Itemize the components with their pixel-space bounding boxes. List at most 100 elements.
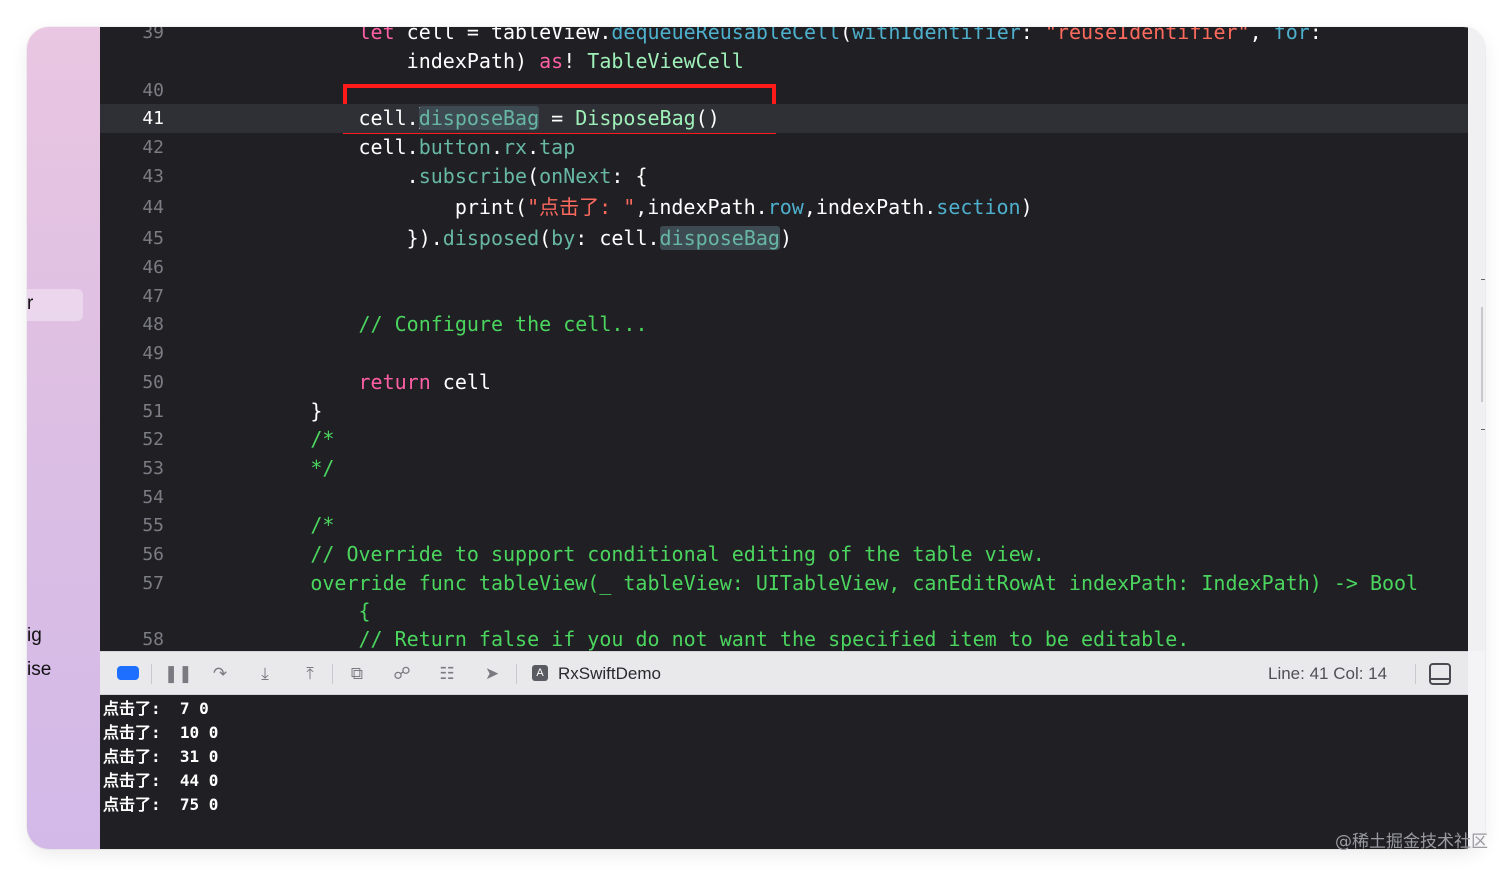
line-number: 56 [142,544,164,565]
code-token: }). [214,226,443,250]
memory-graph-icon[interactable]: ☍ [391,663,413,685]
code-token: onNext [539,164,612,188]
view-hierarchy-icon[interactable]: ⧉ [346,663,368,685]
line-number: 46 [142,257,164,278]
code-line[interactable]: 42 cell.button.rx.tap [100,133,1468,162]
code-line[interactable]: 55 /* [100,511,1468,540]
editor-scrollbar[interactable] [1481,307,1483,402]
pause-icon[interactable]: ❚❚ [164,663,193,685]
code-token: { [358,599,371,623]
code-token: // Configure the cell... [358,312,648,336]
toggle-panel-icon[interactable] [1429,663,1451,685]
code-token: ,indexPath. [803,195,937,219]
code-line[interactable]: { [100,597,1468,626]
code-line[interactable]: 53 */ [100,454,1468,483]
code-token: ,indexPath. [635,195,768,219]
console-output-line: 点击了: 7 0 [103,699,209,718]
code-token: ( [539,226,552,250]
line-number: 41 [142,108,164,129]
code-line[interactable]: 43 .subscribe(onNext: { [100,162,1468,191]
code-token: by [551,226,576,250]
scheme-name[interactable]: RxSwiftDemo [558,663,661,685]
code-line[interactable]: 50 return cell [100,368,1468,397]
code-text: // Configure the cell... [214,310,648,339]
code-text: indexPath) as! TableViewCell [214,47,744,76]
code-text: /* [214,425,334,454]
code-line[interactable]: 45 }).disposed(by: cell.disposeBag) [100,224,1468,253]
code-token: ! [563,49,588,73]
code-token: cell [430,370,491,394]
console-output-line: 点击了: 31 0 [103,747,219,766]
console-output-line: 点击了: 75 0 [103,795,219,814]
code-line[interactable]: 40 [100,76,1468,105]
code-line[interactable]: 41 cell.disposeBag = DisposeBag() [100,104,1468,133]
code-token: } [214,399,323,423]
code-token: tap [539,135,576,159]
code-token: : [1309,27,1322,44]
line-number: 57 [142,573,164,594]
simulate-location-icon[interactable]: ➤ [481,663,503,685]
code-text: cell.disposeBag = DisposeBag() [214,104,720,133]
code-token: row [767,195,804,219]
code-line[interactable]: 46 [100,253,1468,282]
code-token: dequeueReusableCell [611,27,841,44]
code-token: "reuseIdentifier" [1044,27,1250,44]
code-line[interactable]: 48 // Configure the cell... [100,310,1468,339]
code-token: section [936,195,1021,219]
code-line[interactable]: 57 override func tableView(_ tableView: … [100,569,1468,598]
code-line[interactable]: 54 [100,483,1468,512]
sidebar-item-label[interactable]: ise [27,659,51,681]
code-line[interactable]: 51 } [100,397,1468,426]
breakpoints-toggle-button[interactable] [117,666,139,680]
sidebar-selected-item[interactable] [27,289,83,321]
line-number: 40 [142,80,164,101]
code-token: */ [310,456,335,480]
line-number: 53 [142,458,164,479]
code-line[interactable]: 58 // Return false if you do not want th… [100,625,1468,651]
minimap-strip [1468,27,1485,651]
code-token: ) [1020,195,1033,219]
code-token: override func tableView(_ tableView: UIT… [310,571,1419,595]
app-scheme-icon: A [532,665,548,681]
environment-overrides-icon[interactable]: ☷ [436,663,458,685]
step-into-icon[interactable]: ⤓ [254,663,276,685]
code-token: let [358,27,395,44]
code-line[interactable]: 39 let cell = tableView.dequeueReusableC… [100,27,1468,47]
code-line[interactable]: 56 // Override to support conditional ed… [100,540,1468,569]
code-line[interactable]: indexPath) as! TableViewCell [100,47,1468,76]
debug-console[interactable]: 点击了: 7 0 点击了: 10 0 点击了: 31 0 点击了: 44 0 点击了: … [100,695,1468,849]
code-token: . [214,164,419,188]
code-line[interactable]: 44 print("点击了: ",indexPath.row,indexPath… [100,193,1468,222]
code-token: : cell. [575,226,660,250]
code-line[interactable]: 47 [100,282,1468,311]
code-token: "点击了: " [527,195,636,219]
code-line[interactable]: 49 [100,339,1468,368]
code-text: */ [214,454,334,483]
sidebar-item-label[interactable]: ig [27,625,42,647]
code-text: { [214,597,371,626]
code-token: // Override to support conditional editi… [310,542,1045,566]
code-text: // Return false if you do not want the s… [214,625,1190,651]
step-out-icon[interactable]: ⤒ [299,663,321,685]
line-number: 43 [142,166,164,187]
code-token: return [358,370,431,394]
code-token: rx [503,135,528,159]
code-token: = [539,106,576,130]
line-number: 47 [142,286,164,307]
sidebar-item-label[interactable]: r [27,293,33,315]
code-text: /* [214,511,334,540]
code-token: disposed [442,226,540,250]
watermark: @稀土掘金技术社区 [1335,832,1488,852]
code-text: return cell [214,368,491,397]
code-token: : [1020,27,1045,44]
code-line[interactable]: 52 /* [100,425,1468,454]
step-over-icon[interactable]: ↷ [209,663,231,685]
code-editor[interactable]: 39 let cell = tableView.dequeueReusableC… [100,27,1468,651]
